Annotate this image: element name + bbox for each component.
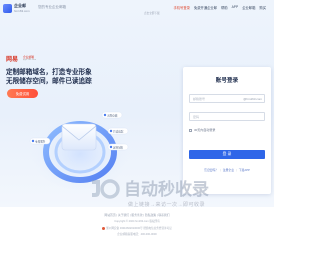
site-tagline: 您的专业企业邮箱	[38, 5, 66, 9]
login-title: 账号登录	[215, 78, 239, 84]
password-placeholder: 密码	[193, 115, 200, 119]
nav-item-free-open[interactable]: 免费开通企业邮	[194, 5, 217, 10]
page-footer: 网站首页 | 关于我们 | 服务条款 | 隐私政策 | 联系我们 Copyrig…	[0, 207, 274, 262]
nav-item-help[interactable]: 帮助	[221, 5, 228, 10]
account-domain-suffix: @hm163.com	[243, 97, 262, 101]
footer-link-privacy[interactable]: 隐私政策	[145, 213, 156, 217]
top-bar: 企业邮 hm163.com 您的专业企业邮箱 手机号登录 免费开通企业邮 帮助 …	[0, 0, 274, 18]
nav-subtext: 点击立即下载	[144, 12, 160, 15]
login-panel: 账号登录 邮箱账号 @hm163.com 密码 30天内自动登录 登 录 忘记密…	[183, 67, 271, 194]
headline-line-2: 无限储存空间，邮件已读追踪	[6, 78, 92, 85]
link-separator: |	[236, 168, 237, 172]
footer-icp: 浙公网安备 33010602010000号 增值电信业务经营许可证	[0, 226, 274, 230]
footer-link-home[interactable]: 网站首页	[104, 213, 115, 217]
tag-storage-label: 无限存储	[107, 113, 118, 117]
link-separator: |	[220, 168, 221, 172]
footer-hotline: 企业邮箱客服电话：400-000-0000	[117, 233, 157, 236]
nav-item-app[interactable]: APP	[232, 5, 239, 9]
download-app-link[interactable]: 下载APP	[239, 168, 250, 172]
password-input[interactable]: 密码	[189, 112, 265, 121]
tag-service-label: 专属服务	[35, 139, 46, 143]
login-button[interactable]: 登 录	[189, 150, 265, 159]
tag-domain-label: 定制域名	[113, 145, 124, 149]
watermark-mark-icon	[92, 179, 120, 199]
nav-item-buy[interactable]: 购买	[259, 5, 266, 10]
watermark-logo: 自动秒收录	[92, 179, 209, 199]
account-input[interactable]: 邮箱账号 @hm163.com	[189, 94, 265, 103]
footer-copyright: Copyright © 2024 hm163.com 版权所有	[114, 220, 160, 223]
police-badge-icon	[102, 226, 106, 230]
footer-icp-text: 浙公网安备 33010602010000号 增值电信业务经营许可证	[106, 227, 172, 230]
tag-read-label: 已读追踪	[113, 129, 124, 133]
headline-line-1: 定制邮箱域名，打造专业形象	[6, 69, 92, 76]
footer-links: 网站首页 | 关于我们 | 服务条款 | 隐私政策 | 联系我们	[104, 213, 170, 217]
remember-label: 30天内自动登录	[194, 128, 216, 132]
logo-mark-icon	[3, 4, 12, 13]
promo-headline: 定制邮箱域名，打造专业形象 无限储存空间，邮件已读追踪	[6, 68, 92, 86]
brand-domain: qiye.163.com	[23, 59, 37, 61]
footer-link-contact[interactable]: 联系我们	[158, 213, 169, 217]
login-links: 忘记密码？ | 注册企业 | 下载APP	[183, 168, 271, 172]
brand-logo: 网易	[6, 57, 19, 63]
logo-subtext: hm163.com	[14, 9, 30, 13]
account-placeholder: 邮箱账号	[193, 97, 206, 101]
nav-item-phone-login[interactable]: 手机号登录	[173, 5, 189, 10]
remember-checkbox[interactable]	[189, 129, 192, 132]
forgot-password-link[interactable]: 忘记密码？	[204, 168, 218, 172]
footer-link-about[interactable]: 关于我们	[118, 213, 129, 217]
register-link[interactable]: 注册企业	[223, 168, 234, 172]
footer-link-terms[interactable]: 服务条款	[131, 213, 142, 217]
top-nav: 手机号登录 免费开通企业邮 帮助 APP 企业邮箱 购买	[173, 4, 266, 10]
nav-item-enterprise-mail[interactable]: 企业邮箱	[242, 5, 255, 10]
free-trial-button[interactable]: 免费试用	[7, 89, 38, 98]
site-logo[interactable]: 企业邮 hm163.com	[3, 3, 35, 15]
watermark-text: 自动秒收录	[124, 179, 209, 199]
envelope-icon	[61, 123, 97, 151]
